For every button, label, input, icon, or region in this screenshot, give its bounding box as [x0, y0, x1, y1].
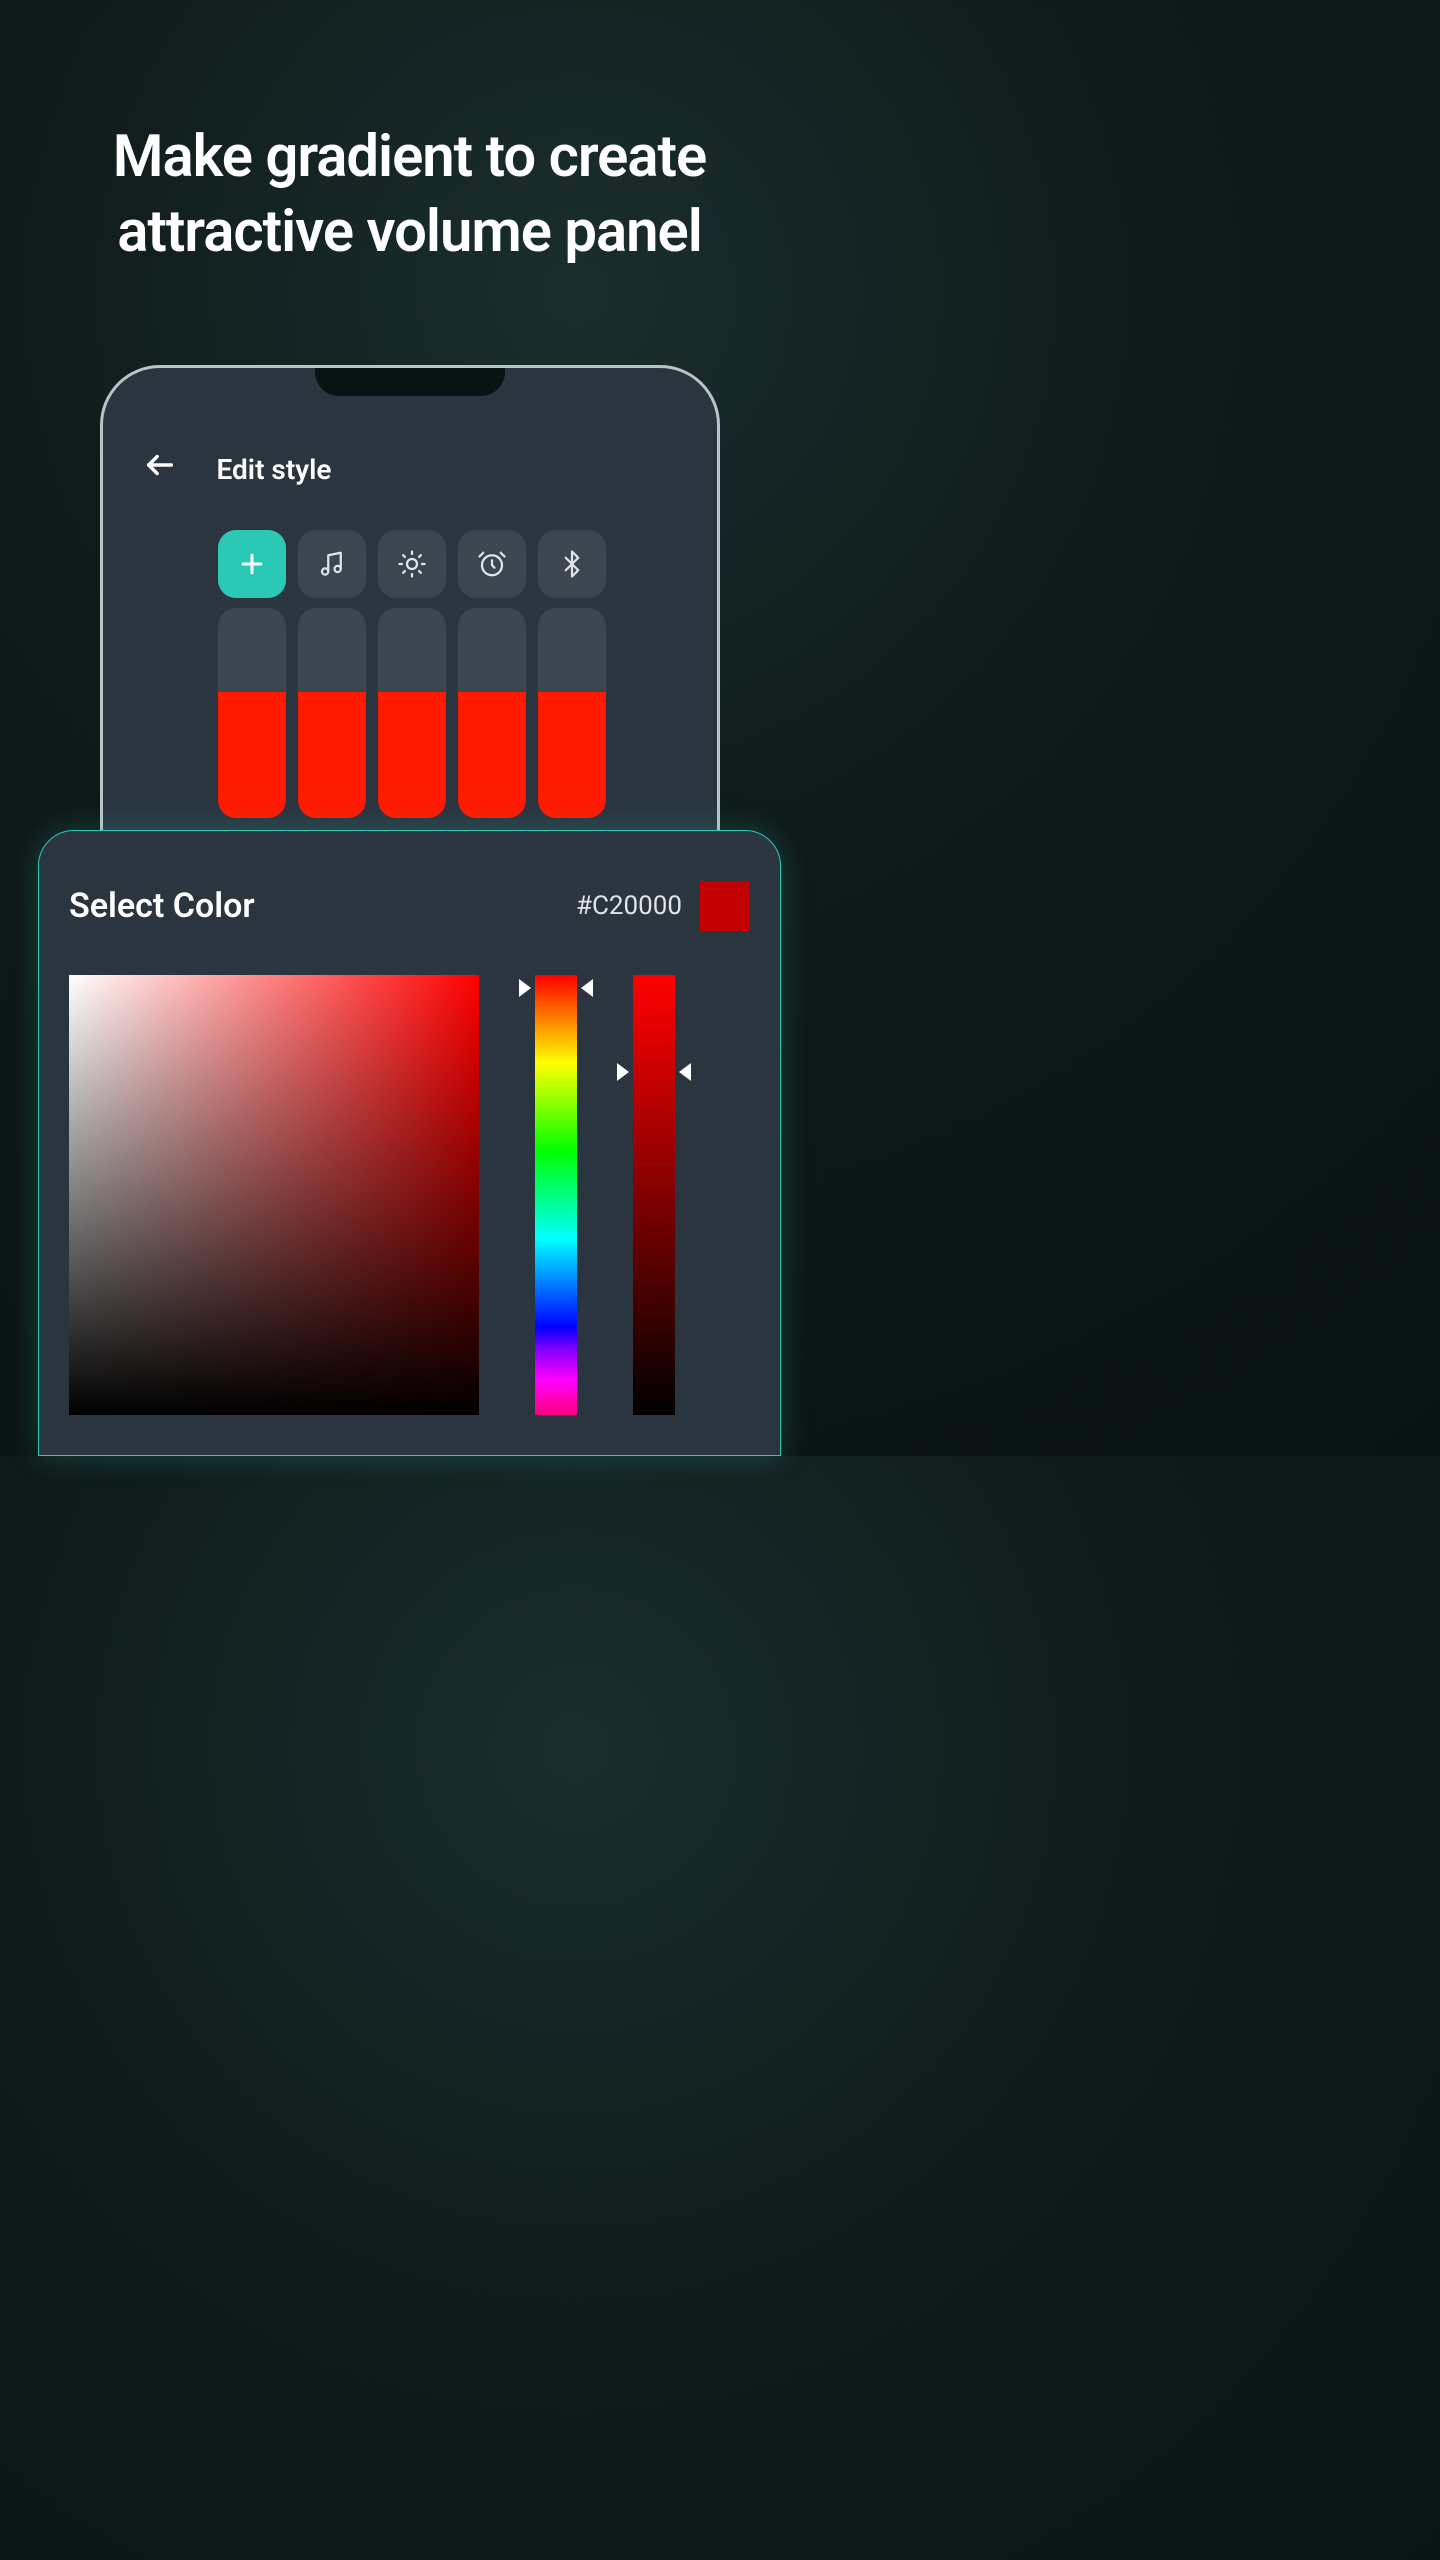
app-title: Edit style — [217, 453, 332, 486]
volume-slider[interactable] — [378, 608, 446, 818]
hex-value: #C20000 — [576, 891, 682, 921]
phone-notch — [315, 368, 505, 396]
action-row — [103, 490, 717, 598]
volume-slider-fill — [458, 692, 526, 818]
alarm-button[interactable] — [458, 530, 526, 598]
saturation-value-picker[interactable] — [69, 975, 479, 1415]
hue-slider[interactable] — [535, 975, 577, 1415]
color-swatch — [700, 881, 750, 931]
hue-slider-handle[interactable] — [519, 979, 593, 997]
volume-slider-fill — [218, 692, 286, 818]
volume-slider[interactable] — [538, 608, 606, 818]
music-button[interactable] — [298, 530, 366, 598]
volume-slider[interactable] — [458, 608, 526, 818]
volume-slider[interactable] — [218, 608, 286, 818]
volume-slider-fill — [378, 692, 446, 818]
volume-slider[interactable] — [298, 608, 366, 818]
add-button[interactable] — [218, 530, 286, 598]
volume-sliders — [103, 598, 717, 818]
value-slider-handle[interactable] — [617, 1063, 691, 1081]
bluetooth-button[interactable] — [538, 530, 606, 598]
color-picker-panel: Select Color #C20000 — [38, 830, 781, 1456]
volume-slider-fill — [538, 692, 606, 818]
brightness-button[interactable] — [378, 530, 446, 598]
picker-header: Select Color #C20000 — [69, 881, 750, 931]
value-slider[interactable] — [633, 975, 675, 1415]
picker-title: Select Color — [69, 886, 255, 926]
headline: Make gradient to create attractive volum… — [0, 0, 819, 271]
volume-slider-fill — [298, 692, 366, 818]
back-arrow-icon[interactable] — [143, 448, 177, 490]
